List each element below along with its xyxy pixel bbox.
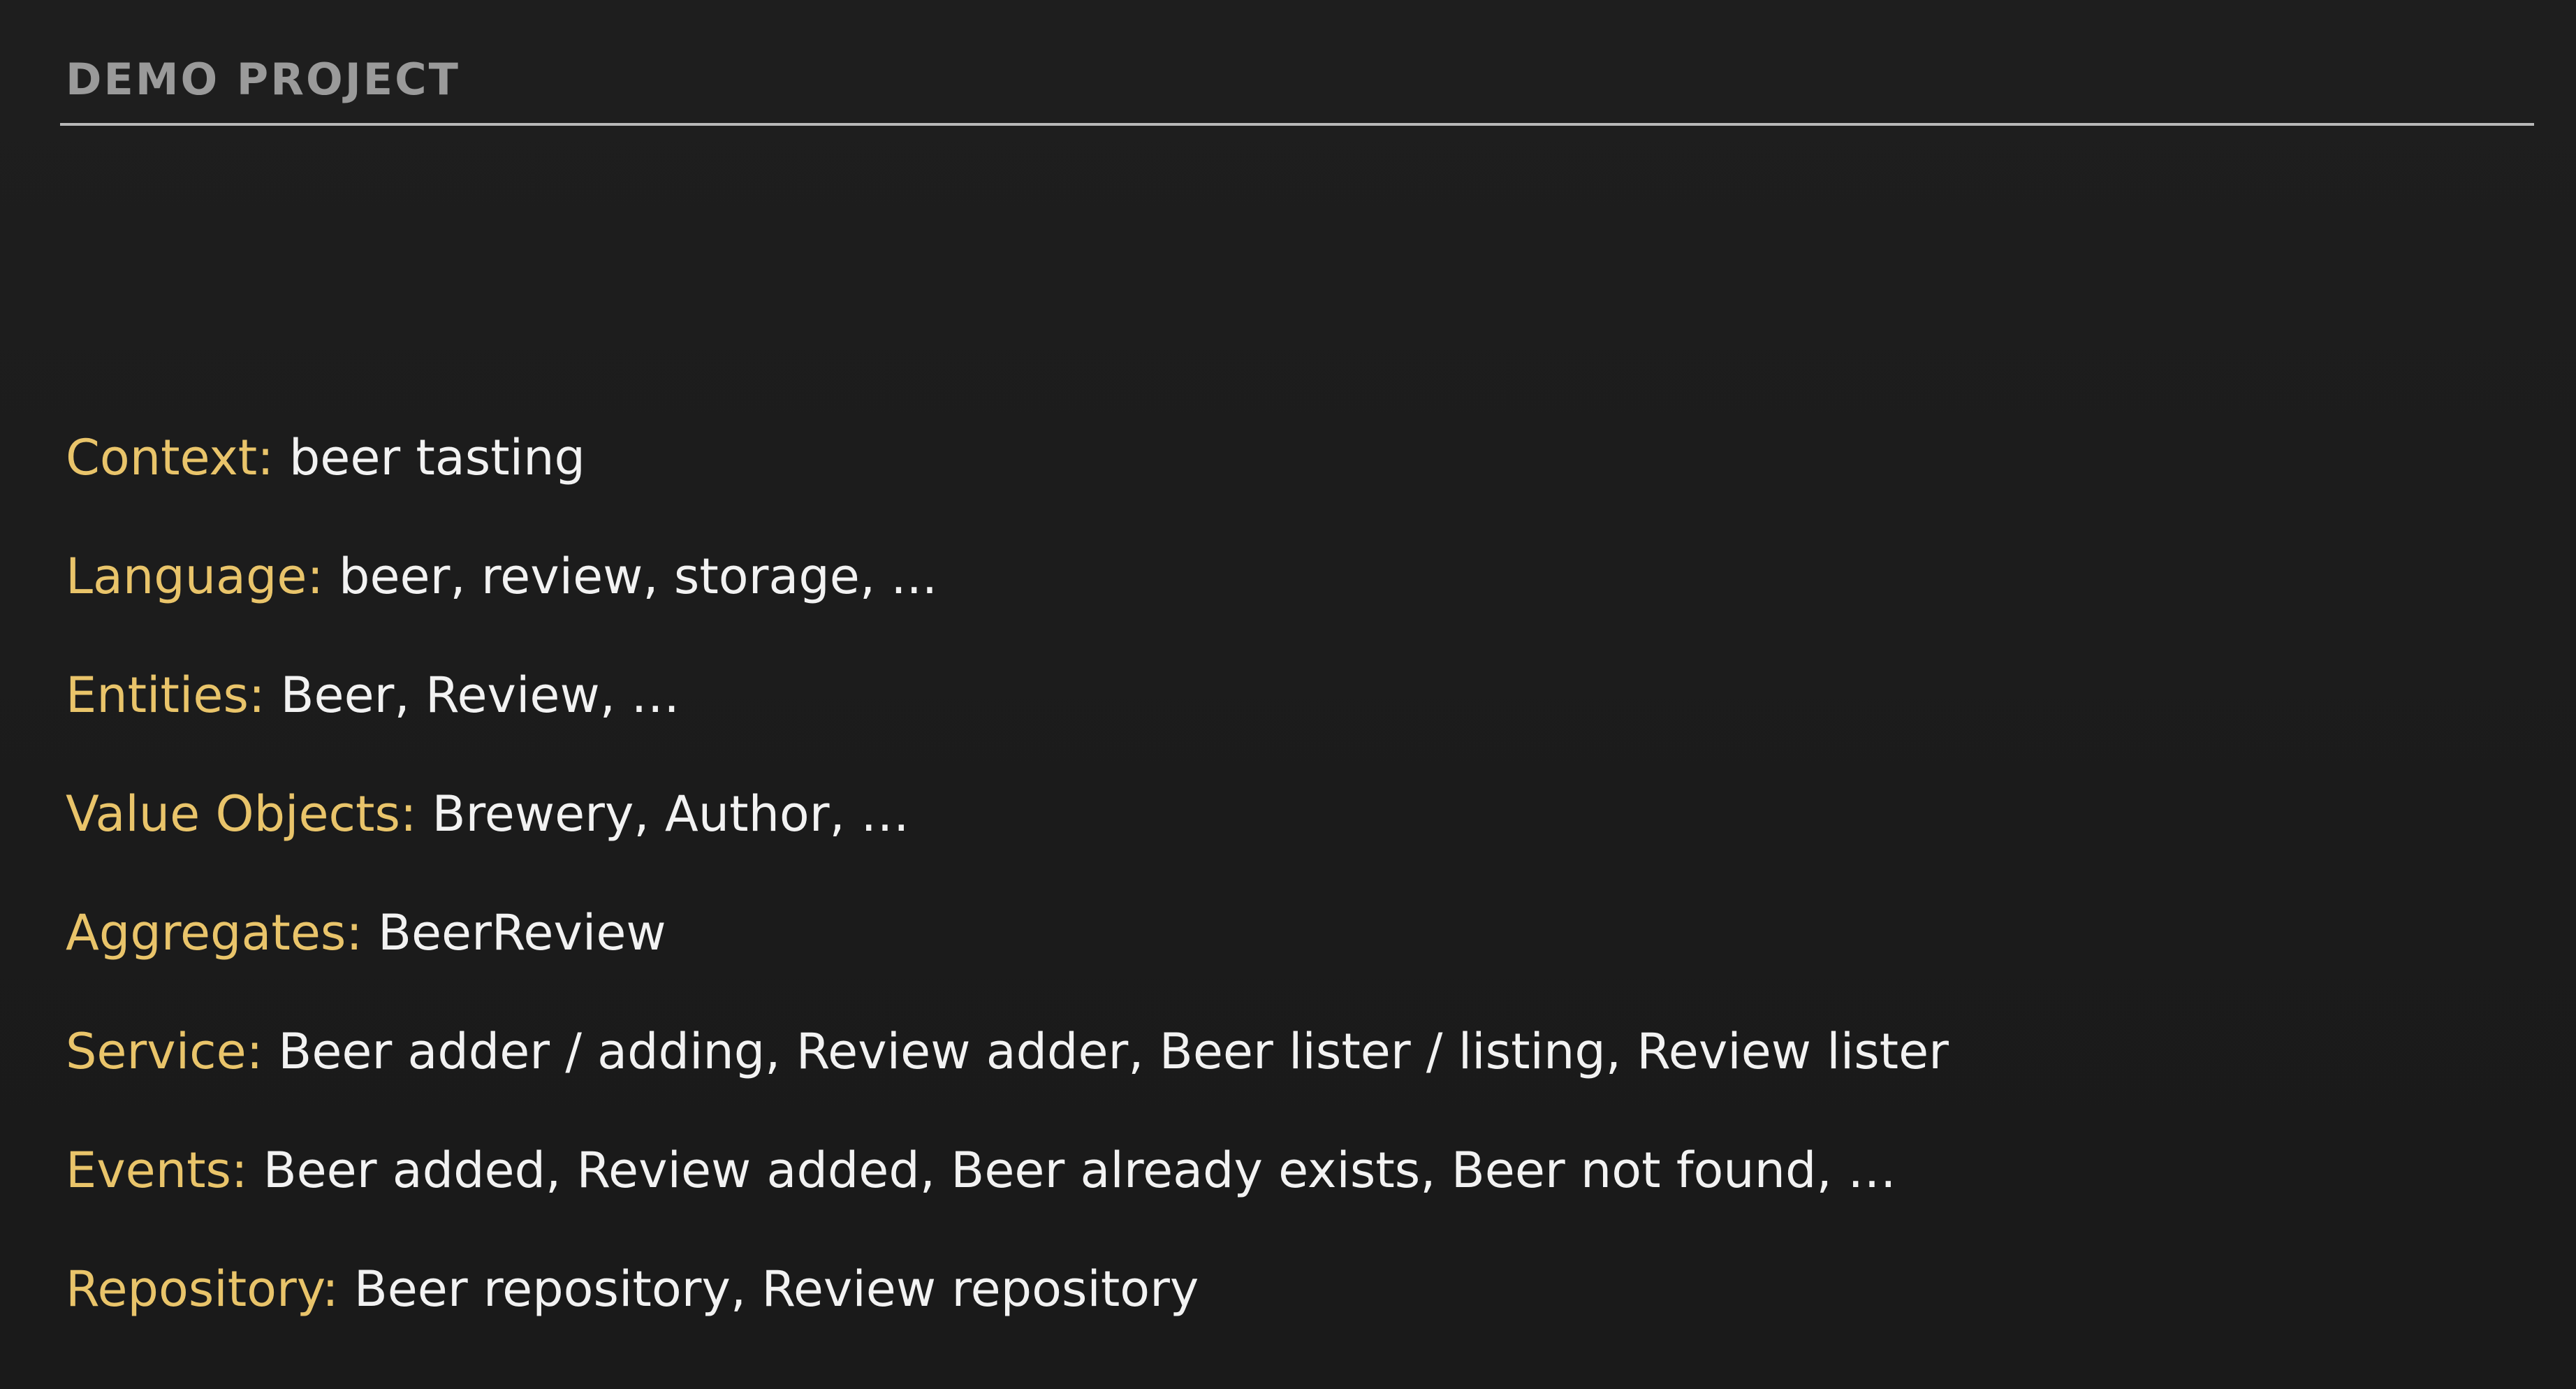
- row-label: Service:: [66, 1023, 263, 1080]
- title-divider: [60, 123, 2534, 126]
- row-events: Events: Beer added, Review added, Beer a…: [66, 1111, 2510, 1230]
- row-value: beer tasting: [288, 429, 585, 486]
- row-entities: Entities: Beer, Review, …: [66, 636, 2510, 755]
- row-value: Beer adder / adding, Review adder, Beer …: [278, 1023, 1949, 1080]
- definition-list: Context: beer tasting Language: beer, re…: [66, 398, 2510, 1348]
- row-value: beer, review, storage, ...: [339, 548, 938, 605]
- row-value: BeerReview: [377, 904, 666, 961]
- row-value: Beer repository, Review repository: [353, 1260, 1199, 1318]
- row-value: Beer added, Review added, Beer already e…: [263, 1142, 1896, 1199]
- row-value: Beer, Review, …: [280, 667, 680, 724]
- row-aggregates: Aggregates: BeerReview: [66, 873, 2510, 992]
- row-label: Language:: [66, 548, 324, 605]
- row-value: Brewery, Author, …: [432, 785, 910, 843]
- row-label: Value Objects:: [66, 785, 417, 843]
- row-label: Context:: [66, 429, 274, 486]
- row-language: Language: beer, review, storage, ...: [66, 517, 2510, 636]
- row-context: Context: beer tasting: [66, 398, 2510, 517]
- row-label: Aggregates:: [66, 904, 363, 961]
- slide: DEMO PROJECT Context: beer tasting Langu…: [0, 0, 2576, 1389]
- slide-title: DEMO PROJECT: [66, 54, 460, 105]
- row-service: Service: Beer adder / adding, Review add…: [66, 992, 2510, 1111]
- row-repository: Repository: Beer repository, Review repo…: [66, 1230, 2510, 1348]
- row-label: Entities:: [66, 667, 265, 724]
- row-value-objects: Value Objects: Brewery, Author, …: [66, 755, 2510, 873]
- row-label: Events:: [66, 1142, 248, 1199]
- row-label: Repository:: [66, 1260, 339, 1318]
